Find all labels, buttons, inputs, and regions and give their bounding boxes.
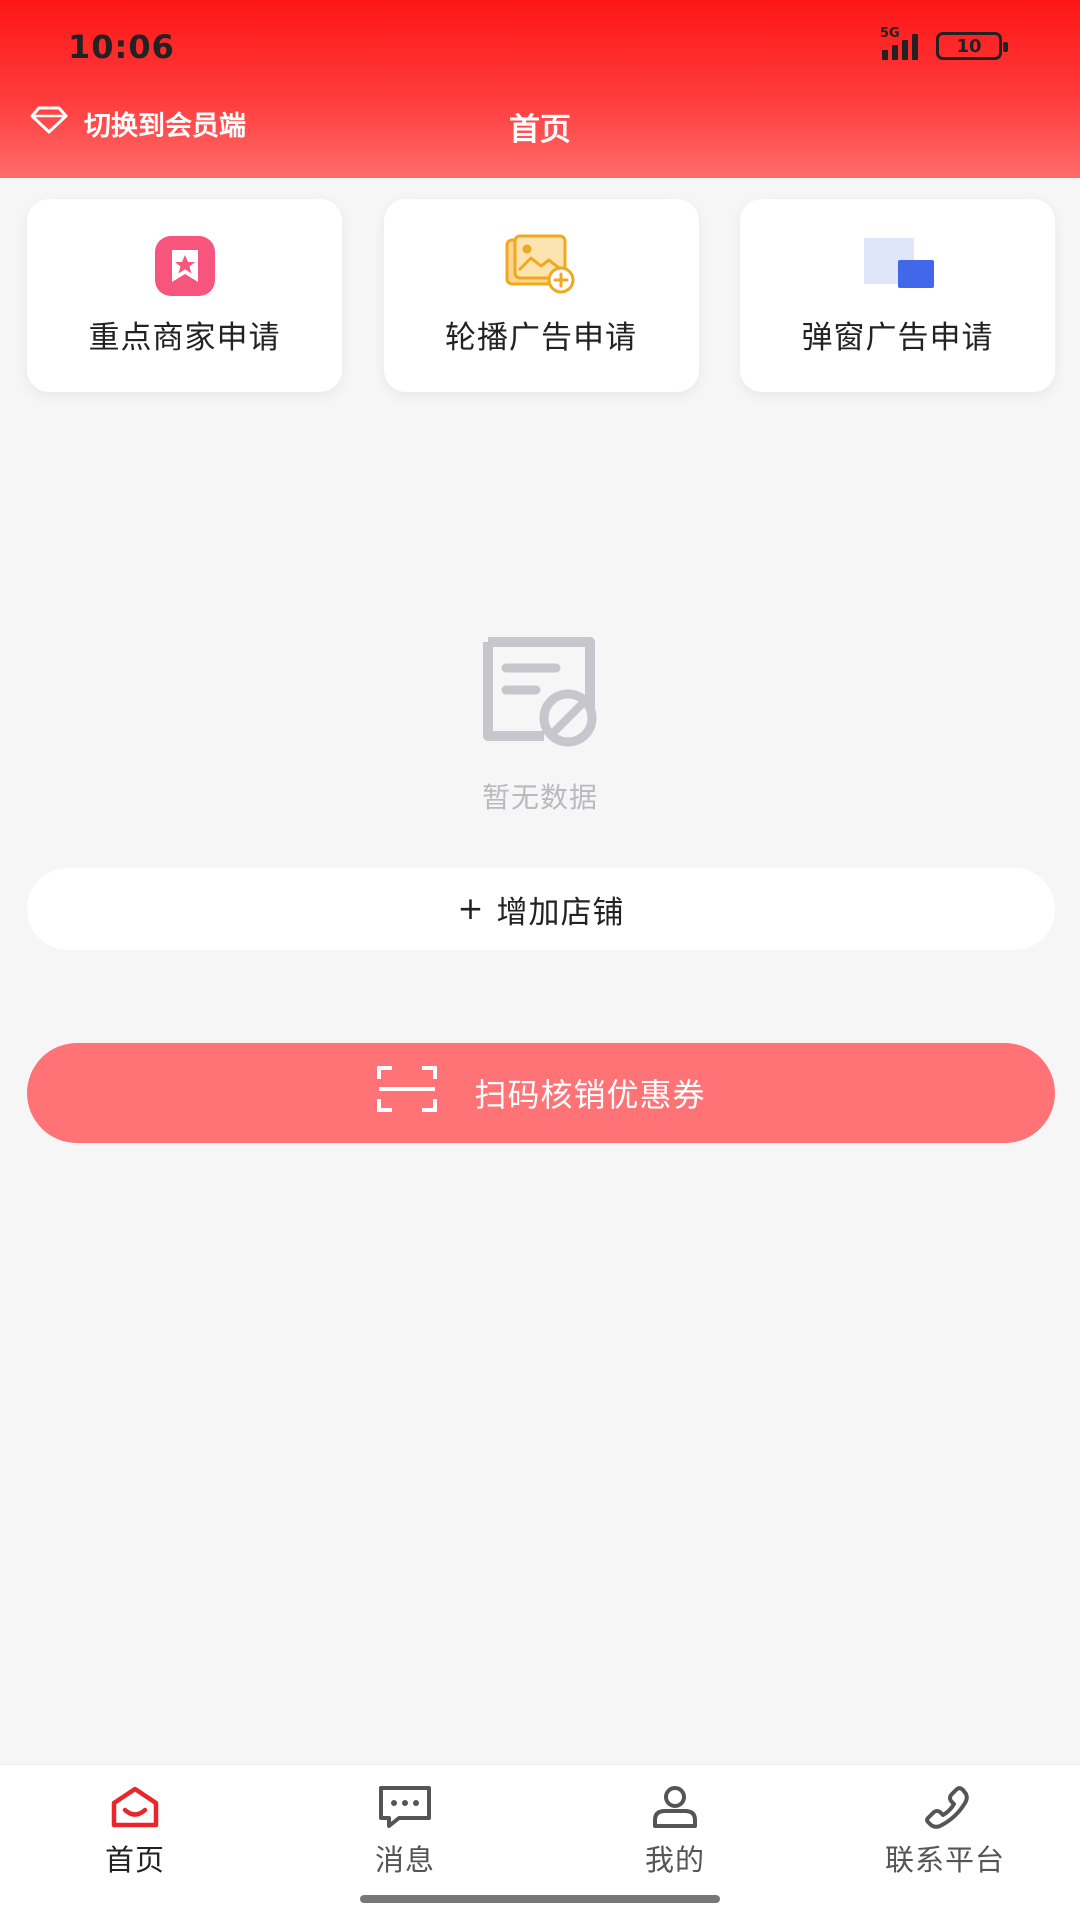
scan-label: 扫码核销优惠券: [474, 1076, 706, 1114]
battery-icon: 10: [936, 32, 1008, 60]
message-icon: [377, 1783, 433, 1831]
image-add-icon: [503, 234, 579, 298]
nav-label: 消息: [374, 1843, 435, 1877]
apply-cards: 重点商家申请 轮播广告申请 弹窗广告申请: [27, 199, 1055, 392]
screen: 10:06 5G 10 切换到会员端 首页 重点商家申请 轮播广告申请 弹窗广告…: [0, 0, 1080, 1920]
user-icon: [647, 1783, 703, 1831]
add-shop-label: 增加店铺: [496, 894, 625, 931]
popup-ad-apply-card[interactable]: 弹窗广告申请: [740, 199, 1055, 392]
add-shop-button[interactable]: + 增加店铺: [27, 868, 1055, 950]
nav-label: 我的: [644, 1843, 705, 1877]
star-badge-icon: [147, 234, 223, 298]
signal-icon: 5G: [880, 26, 918, 60]
scan-frame-icon: [376, 1065, 438, 1121]
card-label: 弹窗广告申请: [801, 320, 994, 356]
diamond-icon: [30, 105, 68, 142]
home-icon: [107, 1783, 163, 1831]
network-type: 5G: [880, 26, 900, 41]
phone-icon: [917, 1783, 973, 1831]
nav-home[interactable]: 首页: [0, 1765, 270, 1920]
empty-state: 暂无数据: [0, 630, 1080, 816]
switch-member-label: 切换到会员端: [84, 111, 246, 142]
battery-level: 10: [956, 35, 982, 57]
plus-icon: +: [457, 891, 485, 927]
status-indicators: 5G 10: [880, 26, 1008, 60]
status-time: 10:06: [68, 28, 175, 66]
scan-coupon-button[interactable]: 扫码核销优惠券: [27, 1043, 1055, 1143]
card-label: 重点商家申请: [88, 320, 281, 356]
nav-label: 联系平台: [884, 1843, 1005, 1877]
key-merchant-apply-card[interactable]: 重点商家申请: [27, 199, 342, 392]
no-data-icon: [470, 630, 610, 752]
card-label: 轮播广告申请: [445, 320, 637, 356]
switch-member-button[interactable]: 切换到会员端: [30, 104, 246, 143]
empty-text: 暂无数据: [481, 781, 598, 814]
popup-window-icon: [860, 234, 936, 298]
home-indicator[interactable]: [360, 1895, 720, 1903]
carousel-ad-apply-card[interactable]: 轮播广告申请: [383, 199, 699, 392]
nav-contact-platform[interactable]: 联系平台: [810, 1765, 1080, 1920]
header: 10:06 5G 10 切换到会员端 首页: [0, 0, 1080, 178]
nav-label: 首页: [104, 1843, 165, 1877]
